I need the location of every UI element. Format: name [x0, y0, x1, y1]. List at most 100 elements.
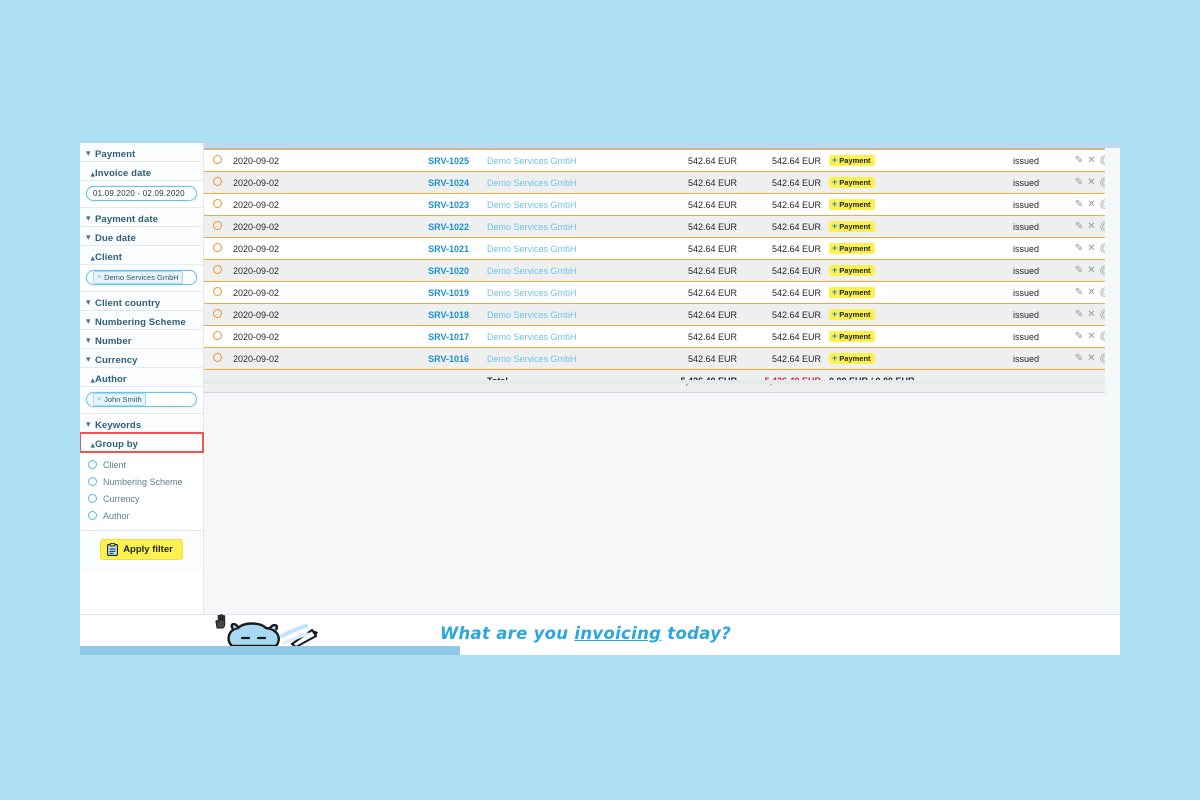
invoice-number-link[interactable]: SRV-1023	[428, 200, 469, 210]
client-link[interactable]: Demo Services GmbH	[487, 222, 577, 232]
select-circle-icon[interactable]	[212, 155, 222, 164]
select-circle-icon[interactable]	[212, 265, 222, 274]
cell-client[interactable]: Demo Services GmbH	[469, 281, 657, 304]
row-select-cell[interactable]	[204, 193, 230, 216]
cell-number[interactable]: SRV-1020	[403, 259, 469, 282]
group-by-option-numbering-scheme[interactable]: Numbering Scheme	[88, 473, 203, 490]
cell-number[interactable]: SRV-1024	[403, 171, 469, 194]
add-payment-button[interactable]: + Payment	[829, 243, 875, 254]
select-circle-icon[interactable]	[212, 331, 222, 340]
cell-payment[interactable]: + Payment	[821, 193, 959, 216]
delete-icon[interactable]: ✕	[1087, 310, 1095, 320]
add-payment-button[interactable]: + Payment	[829, 353, 875, 364]
row-select-cell[interactable]	[204, 347, 230, 370]
row-select-cell[interactable]	[204, 303, 230, 326]
delete-icon[interactable]: ✕	[1087, 178, 1095, 188]
add-payment-button[interactable]: + Payment	[829, 287, 875, 298]
cell-number[interactable]: SRV-1023	[403, 193, 469, 216]
table-row[interactable]: 2020-09-02 SRV-1018 Demo Services GmbH 542.…	[204, 303, 1120, 326]
select-circle-icon[interactable]	[212, 309, 222, 318]
facet-client[interactable]: ▾Client	[80, 246, 203, 265]
client-link[interactable]: Demo Services GmbH	[487, 178, 577, 188]
add-payment-button[interactable]: + Payment	[829, 221, 875, 232]
facet-payment[interactable]: ▾ Payment	[80, 143, 203, 162]
cell-payment[interactable]: + Payment	[821, 281, 959, 304]
client-link[interactable]: Demo Services GmbH	[487, 310, 577, 320]
select-circle-icon[interactable]	[212, 177, 222, 186]
delete-icon[interactable]: ✕	[1087, 332, 1095, 342]
cell-number[interactable]: SRV-1025	[403, 149, 469, 172]
select-circle-icon[interactable]	[212, 199, 222, 208]
table-row[interactable]: 2020-09-02 SRV-1025 Demo Services GmbH 542.…	[204, 149, 1120, 172]
add-payment-button[interactable]: + Payment	[829, 309, 875, 320]
cell-number[interactable]: SRV-1019	[403, 281, 469, 304]
facet-due-date[interactable]: ▾ Due date	[80, 227, 203, 246]
invoice-number-link[interactable]: SRV-1024	[428, 178, 469, 188]
table-row[interactable]: 2020-09-02 SRV-1019 Demo Services GmbH 542.…	[204, 281, 1120, 304]
add-payment-button[interactable]: + Payment	[829, 155, 875, 166]
cell-number[interactable]: SRV-1017	[403, 325, 469, 348]
remove-tag-icon[interactable]: ×	[97, 396, 101, 403]
delete-icon[interactable]: ✕	[1087, 200, 1095, 210]
edit-icon[interactable]: ✎	[1075, 178, 1083, 188]
facet-currency[interactable]: ▾ Currency	[80, 349, 203, 368]
add-payment-button[interactable]: + Payment	[829, 331, 875, 342]
client-input[interactable]: × Demo Services GmbH	[86, 270, 197, 285]
client-link[interactable]: Demo Services GmbH	[487, 266, 577, 276]
invoice-number-link[interactable]: SRV-1018	[428, 310, 469, 320]
cell-payment[interactable]: + Payment	[821, 325, 959, 348]
table-row[interactable]: 2020-09-02 SRV-1022 Demo Services GmbH 542.…	[204, 215, 1120, 238]
cell-payment[interactable]: + Payment	[821, 259, 959, 282]
edit-icon[interactable]: ✎	[1075, 310, 1083, 320]
apply-filter-button[interactable]: Apply filter	[100, 539, 183, 560]
invoice-number-link[interactable]: SRV-1019	[428, 288, 469, 298]
client-link[interactable]: Demo Services GmbH	[487, 354, 577, 364]
facet-keywords[interactable]: ▾ Keywords	[80, 414, 203, 433]
row-select-cell[interactable]	[204, 237, 230, 260]
invoice-number-link[interactable]: SRV-1021	[428, 244, 469, 254]
cell-client[interactable]: Demo Services GmbH	[469, 215, 657, 238]
table-row[interactable]: 2020-09-02 SRV-1020 Demo Services GmbH 542.…	[204, 259, 1120, 282]
edit-icon[interactable]: ✎	[1075, 244, 1083, 254]
cell-client[interactable]: Demo Services GmbH	[469, 193, 657, 216]
table-row[interactable]: 2020-09-02 SRV-1024 Demo Services GmbH 542.…	[204, 171, 1120, 194]
table-row[interactable]: 2020-09-02 SRV-1017 Demo Services GmbH 542.…	[204, 325, 1120, 348]
table-row[interactable]: 2020-09-02 SRV-1016 Demo Services GmbH 542.…	[204, 347, 1120, 370]
invoice-date-input[interactable]: 01.09.2020 - 02.09.2020	[86, 186, 197, 201]
cell-number[interactable]: SRV-1021	[403, 237, 469, 260]
add-payment-button[interactable]: + Payment	[829, 199, 875, 210]
cell-payment[interactable]: + Payment	[821, 149, 959, 172]
cell-payment[interactable]: + Payment	[821, 347, 959, 370]
table-row[interactable]: 2020-09-02 SRV-1021 Demo Services GmbH 542.…	[204, 237, 1120, 260]
radio-icon[interactable]	[88, 494, 97, 503]
cell-number[interactable]: SRV-1018	[403, 303, 469, 326]
row-select-cell[interactable]	[204, 149, 230, 172]
cell-client[interactable]: Demo Services GmbH	[469, 259, 657, 282]
invoice-number-link[interactable]: SRV-1017	[428, 332, 469, 342]
facet-author[interactable]: ▾Author	[80, 368, 203, 387]
cell-number[interactable]: SRV-1022	[403, 215, 469, 238]
cell-client[interactable]: Demo Services GmbH	[469, 347, 657, 370]
row-select-cell[interactable]	[204, 215, 230, 238]
cell-payment[interactable]: + Payment	[821, 215, 959, 238]
select-circle-icon[interactable]	[212, 243, 222, 252]
facet-payment-date[interactable]: ▾ Payment date	[80, 208, 203, 227]
edit-icon[interactable]: ✎	[1075, 332, 1083, 342]
delete-icon[interactable]: ✕	[1087, 288, 1095, 298]
facet-invoice-date[interactable]: ▾Invoice date	[80, 162, 203, 181]
row-select-cell[interactable]	[204, 171, 230, 194]
facet-number[interactable]: ▾ Number	[80, 330, 203, 349]
radio-icon[interactable]	[88, 477, 97, 486]
group-by-option-client[interactable]: Client	[88, 456, 203, 473]
delete-icon[interactable]: ✕	[1087, 244, 1095, 254]
cell-client[interactable]: Demo Services GmbH	[469, 303, 657, 326]
facet-client-country[interactable]: ▾ Client country	[80, 292, 203, 311]
radio-icon[interactable]	[88, 460, 97, 469]
radio-icon[interactable]	[88, 511, 97, 520]
group-by-option-author[interactable]: Author	[88, 507, 203, 524]
row-select-cell[interactable]	[204, 259, 230, 282]
invoice-number-link[interactable]: SRV-1022	[428, 222, 469, 232]
cell-client[interactable]: Demo Services GmbH	[469, 171, 657, 194]
client-link[interactable]: Demo Services GmbH	[487, 288, 577, 298]
edit-icon[interactable]: ✎	[1075, 266, 1083, 276]
